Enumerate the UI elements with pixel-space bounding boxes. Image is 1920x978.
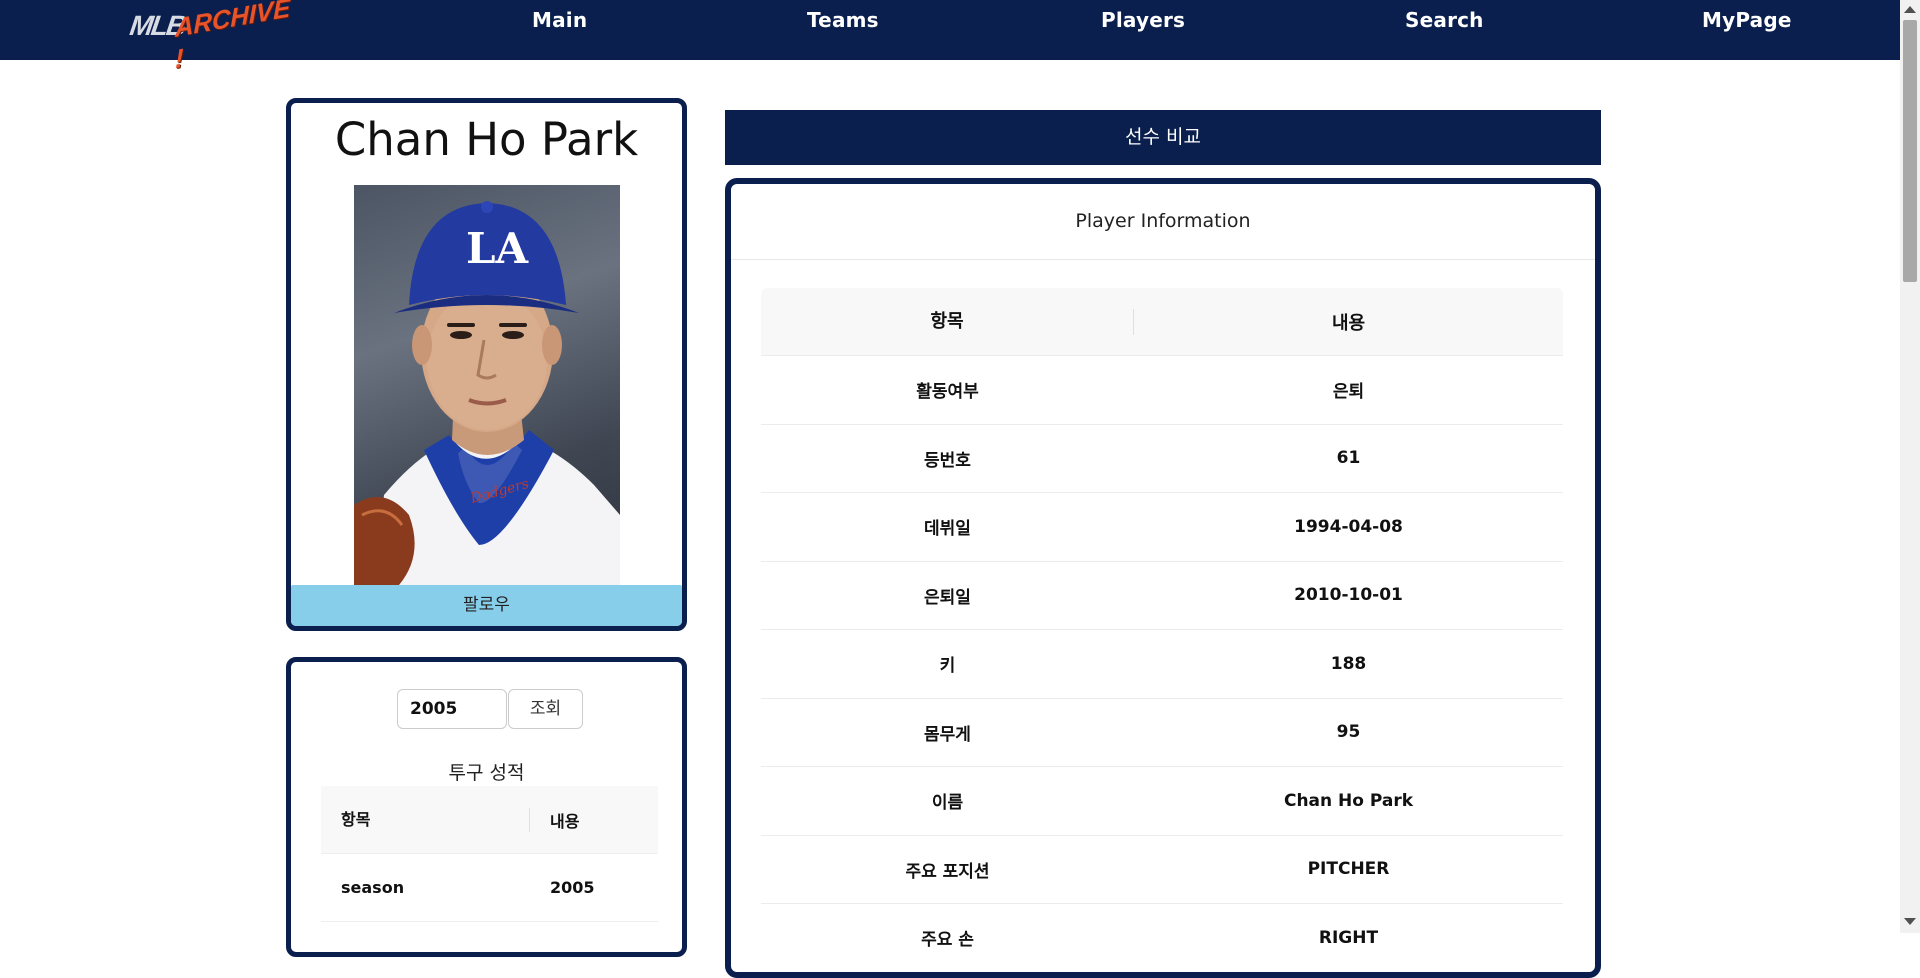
table-row: 주요 포지션 PITCHER <box>761 836 1563 904</box>
scrollbar-thumb[interactable] <box>1903 20 1917 282</box>
row-label: 데뷔일 <box>924 519 971 540</box>
player-name-heading: Chan Ho Park <box>334 113 639 166</box>
page-scrollbar[interactable] <box>1900 0 1920 933</box>
row-label: 등번호 <box>924 450 971 471</box>
header-content: 내용 <box>550 811 580 831</box>
row-label: 활동여부 <box>916 382 979 403</box>
nav-main[interactable]: Main <box>532 8 587 32</box>
player-photo: LA Dodgers <box>354 185 620 585</box>
table-row: 주요 손 RIGHT <box>761 904 1563 972</box>
row-label: 몸무게 <box>924 724 971 745</box>
row-label: 키 <box>939 656 956 677</box>
row-label: 주요 포지션 <box>905 861 990 882</box>
table-row: 데뷔일 1994-04-08 <box>761 493 1563 562</box>
row-value: 188 <box>1330 653 1367 674</box>
header-item: 항목 <box>321 807 530 832</box>
table-row: season 2005 <box>321 854 658 922</box>
svg-text:LA: LA <box>466 224 530 273</box>
row-label: season <box>341 878 405 897</box>
nav-players[interactable]: Players <box>1101 8 1185 32</box>
table-row: 키 188 <box>761 630 1563 699</box>
header-content: 내용 <box>1331 312 1366 334</box>
pitching-stats-table: 항목 내용 season 2005 <box>321 786 658 922</box>
table-header-row: 항목 내용 <box>761 288 1563 356</box>
pitching-stats-title: 투구 성적 <box>448 762 525 784</box>
nav-teams[interactable]: Teams <box>807 8 879 32</box>
header-item: 항목 <box>761 308 1134 335</box>
row-label: 주요 손 <box>921 930 974 951</box>
scroll-down-arrow-icon[interactable] <box>1904 918 1916 925</box>
table-row: 몸무게 95 <box>761 699 1563 767</box>
row-value: 61 <box>1336 448 1361 469</box>
mlb-archive-logo[interactable]: MLB ARCHIVE ! <box>128 0 300 74</box>
pitching-stats-card: 조회 투구 성적 항목 내용 season 2005 <box>286 657 687 957</box>
nav-search[interactable]: Search <box>1405 8 1484 32</box>
row-value: 1994-04-08 <box>1294 516 1403 537</box>
player-information-card: Player Information 항목 내용 활동여부 은퇴 등번호 61 … <box>725 178 1601 978</box>
follow-button[interactable]: 팔로우 <box>291 585 682 626</box>
player-information-table: 항목 내용 활동여부 은퇴 등번호 61 데뷔일 1994-04-08 은퇴일 … <box>761 288 1563 972</box>
row-value: RIGHT <box>1318 927 1379 948</box>
top-navbar: MLB ARCHIVE ! Main Teams Players Search … <box>0 0 1900 74</box>
row-value: 2010-10-01 <box>1294 585 1403 606</box>
logo-archive-text: ARCHIVE ! <box>174 0 291 75</box>
table-header-row: 항목 내용 <box>321 786 658 854</box>
compare-players-button[interactable]: 선수 비교 <box>725 110 1601 165</box>
table-row: 이름 Chan Ho Park <box>761 767 1563 836</box>
player-photo-illustration: LA Dodgers <box>354 201 620 585</box>
nav-mypage[interactable]: MyPage <box>1702 8 1792 32</box>
row-value: 은퇴 <box>1332 382 1365 403</box>
scroll-up-arrow-icon[interactable] <box>1904 6 1916 13</box>
table-row: 은퇴일 2010-10-01 <box>761 562 1563 630</box>
player-information-title: Player Information <box>731 184 1595 260</box>
row-label: 이름 <box>931 793 964 814</box>
row-label: 은퇴일 <box>924 587 971 608</box>
table-row: 등번호 61 <box>761 425 1563 493</box>
player-profile-card: Chan Ho Park LA Dodgers 팔로우 <box>286 98 687 631</box>
lookup-button[interactable]: 조회 <box>508 689 583 729</box>
table-row: 활동여부 은퇴 <box>761 356 1563 425</box>
row-value: Chan Ho Park <box>1283 790 1414 811</box>
row-value: PITCHER <box>1307 859 1390 880</box>
season-year-input[interactable] <box>397 689 507 729</box>
row-value: 95 <box>1336 722 1361 743</box>
row-value: 2005 <box>550 878 595 897</box>
